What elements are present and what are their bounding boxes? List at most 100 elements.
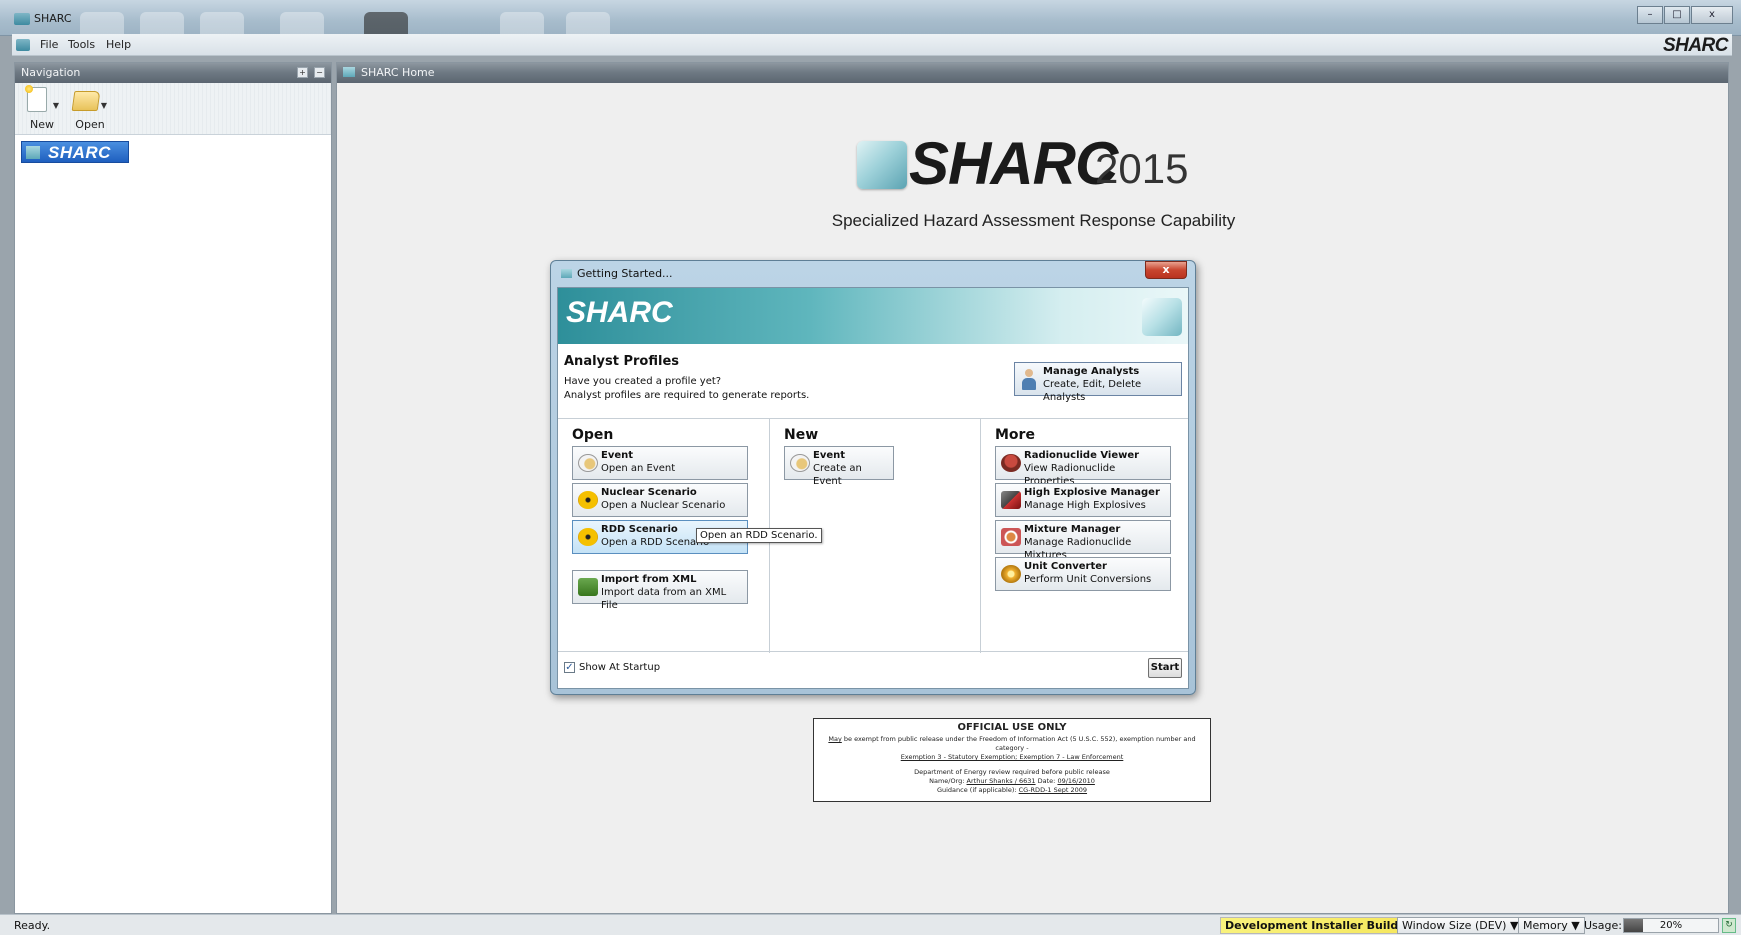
background-glass xyxy=(140,12,184,34)
navigation-title: Navigation xyxy=(21,66,81,79)
notice-guidance: Guidance (if applicable): CG-RDD-1 Sept … xyxy=(936,786,1088,794)
button-desc: Open a RDD Scenario xyxy=(601,537,710,548)
analyst-icon xyxy=(1021,369,1037,391)
explosive-icon xyxy=(1001,491,1021,509)
action-columns: Open Event Open an Event Nuclear Scenari… xyxy=(558,418,1188,653)
radionuclide-viewer-button[interactable]: Radionuclide Viewer View Radionuclide Pr… xyxy=(995,446,1171,487)
hero-logo-text: SHARC xyxy=(909,130,1118,197)
button-desc: Open a Nuclear Scenario xyxy=(601,500,726,511)
menu-tools[interactable]: Tools xyxy=(68,38,95,51)
profiles-line2: Analyst profiles are required to generat… xyxy=(564,390,810,401)
navigation-panel: Navigation + − ▼ New ▼ Open SHARC xyxy=(14,62,332,914)
manage-analysts-button[interactable]: Manage Analysts Create, Edit, Delete Ana… xyxy=(1014,362,1182,403)
menu-help[interactable]: Help xyxy=(106,38,131,51)
minimize-button[interactable]: – xyxy=(1637,6,1663,24)
background-glass xyxy=(200,12,244,34)
sharc-logo-icon xyxy=(1142,298,1182,336)
profiles-line1: Have you created a profile yet? xyxy=(564,376,722,387)
nuclear-icon xyxy=(578,491,598,509)
notice-line2: Exemption 3 - Statutory Exemption; Exemp… xyxy=(900,753,1124,761)
dialog-close-button[interactable]: x xyxy=(1145,261,1187,279)
collapse-all-icon[interactable]: − xyxy=(314,67,325,78)
usage-percent: 20% xyxy=(1659,920,1683,931)
new-label: New xyxy=(30,118,54,131)
notice-line1: May be exempt from public release under … xyxy=(828,735,1196,752)
official-use-notice: OFFICIAL USE ONLY May be exempt from pub… xyxy=(813,718,1211,802)
app-subtitle: Specialized Hazard Assessment Response C… xyxy=(831,211,1236,230)
checkbox-checked-icon[interactable]: ✓ xyxy=(564,662,575,673)
window-controls: – □ x xyxy=(1637,6,1733,24)
window-size-dropdown[interactable]: Window Size (DEV) ▼ xyxy=(1397,917,1524,934)
dialog-body: SHARC Analyst Profiles Have you created … xyxy=(557,287,1189,689)
background-glass xyxy=(280,12,324,34)
maximize-button[interactable]: □ xyxy=(1664,6,1690,24)
status-text: Ready. xyxy=(14,919,51,932)
mixture-manager-button[interactable]: Mixture Manager Manage Radionuclide Mixt… xyxy=(995,520,1171,561)
dialog-title: Getting Started... xyxy=(561,267,673,280)
menu-bar: File Tools Help SHARC xyxy=(12,34,1732,56)
home-tab[interactable]: SHARC Home xyxy=(337,63,1728,83)
open-button[interactable]: ▼ Open xyxy=(65,87,115,131)
tree-root-sharc[interactable]: SHARC xyxy=(21,141,129,163)
notice-name-date: Name/Org: Arthur Shanks / 6631 Date: 09/… xyxy=(929,777,1095,785)
button-title: Event xyxy=(813,450,846,461)
import-xml-button[interactable]: Import from XML Import data from an XML … xyxy=(572,570,748,611)
button-title: Unit Converter xyxy=(1024,561,1107,572)
high-explosive-manager-button[interactable]: High Explosive Manager Manage High Explo… xyxy=(995,483,1171,517)
new-button[interactable]: ▼ New xyxy=(17,85,67,131)
window-titlebar: SHARC – □ x xyxy=(0,0,1741,36)
unit-converter-icon xyxy=(1001,565,1021,583)
expand-all-icon[interactable]: + xyxy=(297,67,308,78)
start-button[interactable]: Start xyxy=(1148,658,1182,678)
garbage-collect-icon[interactable]: ↻ xyxy=(1722,918,1736,933)
new-document-icon: ▼ xyxy=(23,85,61,113)
open-event-button[interactable]: Event Open an Event xyxy=(572,446,748,480)
open-folder-icon: ▼ xyxy=(71,87,109,113)
unit-converter-button[interactable]: Unit Converter Perform Unit Conversions xyxy=(995,557,1171,591)
event-icon xyxy=(578,454,598,472)
navigation-header: Navigation + − xyxy=(15,63,331,83)
brand-logo: SHARC xyxy=(1662,35,1729,56)
button-desc: Perform Unit Conversions xyxy=(1024,574,1152,585)
hero-logo-year: 2015 xyxy=(1095,145,1189,192)
mixture-icon xyxy=(1001,528,1021,546)
status-bar: Ready. Development Installer Build 318 W… xyxy=(0,914,1741,935)
memory-dropdown[interactable]: Memory ▼ xyxy=(1518,917,1585,934)
rdd-icon xyxy=(578,528,598,546)
background-glass xyxy=(566,12,610,34)
banner-logo-text: SHARC xyxy=(566,296,673,329)
rdd-tooltip: Open an RDD Scenario. xyxy=(696,528,822,543)
button-desc: Open an Event xyxy=(601,463,676,474)
open-heading: Open xyxy=(572,427,614,443)
home-tab-icon xyxy=(343,67,355,77)
tree-root-label: SHARC xyxy=(48,143,111,162)
navigation-toolbar: ▼ New ▼ Open xyxy=(15,83,331,135)
more-column: More Radionuclide Viewer View Radionucli… xyxy=(981,419,1188,653)
sharc-logo-icon xyxy=(26,146,40,159)
open-label: Open xyxy=(75,118,105,131)
home-tab-label: SHARC Home xyxy=(361,66,435,79)
manage-analysts-desc: Create, Edit, Delete Analysts xyxy=(1043,379,1142,403)
show-at-startup-toggle[interactable]: ✓ Show At Startup xyxy=(564,662,660,673)
menu-file[interactable]: File xyxy=(40,38,58,51)
button-desc: Manage High Explosives xyxy=(1024,500,1146,511)
analyst-profiles-section: Analyst Profiles Have you created a prof… xyxy=(564,354,809,403)
window-title: SHARC xyxy=(34,12,72,25)
xml-import-icon xyxy=(578,578,598,596)
more-heading: More xyxy=(995,427,1035,443)
radionuclide-icon xyxy=(1001,454,1021,472)
open-nuclear-scenario-button[interactable]: Nuclear Scenario Open a Nuclear Scenario xyxy=(572,483,748,517)
close-window-button[interactable]: x xyxy=(1691,6,1733,24)
new-event-button[interactable]: Event Create an Event xyxy=(784,446,894,487)
app-menu-icon xyxy=(16,39,30,51)
profiles-heading: Analyst Profiles xyxy=(564,354,680,369)
getting-started-dialog: Getting Started... x SHARC Analyst Profi… xyxy=(550,260,1196,695)
button-desc: Import data from an XML File xyxy=(601,587,727,611)
button-title: Nuclear Scenario xyxy=(601,487,697,498)
hero-logo: SHARC 2015 xyxy=(857,130,1217,201)
notice-line3: Department of Energy review required bef… xyxy=(914,768,1110,776)
dialog-icon xyxy=(561,269,572,278)
memory-usage-bar: 20% xyxy=(1623,918,1719,933)
button-title: Mixture Manager xyxy=(1024,524,1121,535)
dialog-banner: SHARC xyxy=(558,288,1188,344)
